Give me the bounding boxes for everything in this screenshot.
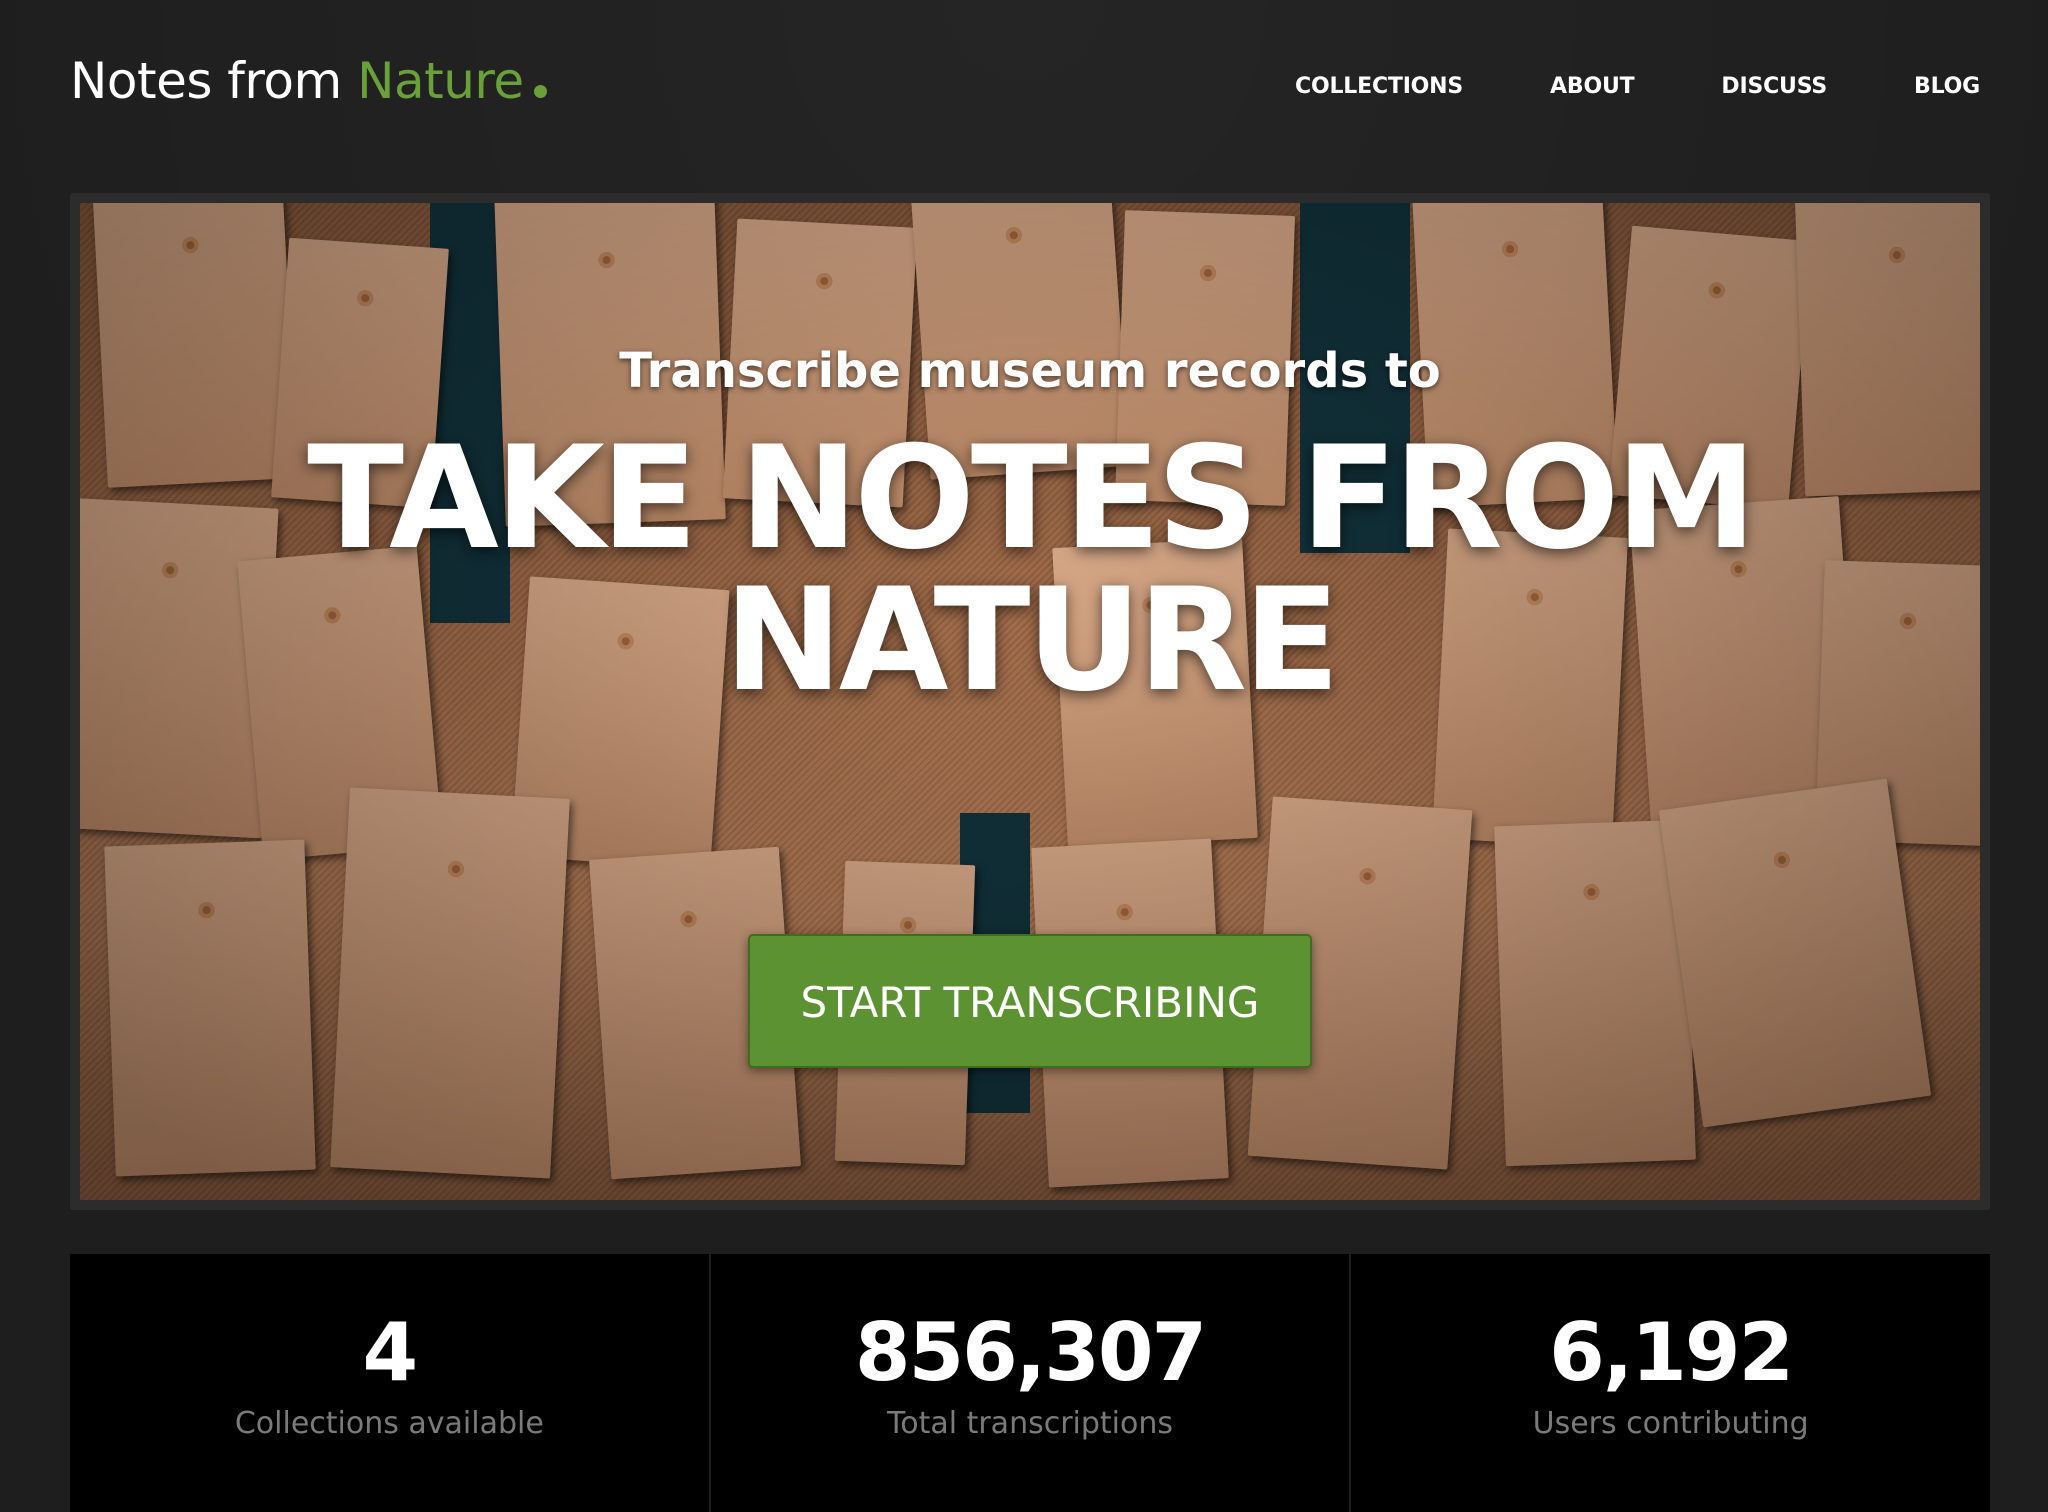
site-header: Notes from Nature COLLECTIONS ABOUT DISC… (0, 0, 2048, 190)
stat-value: 6,192 (1549, 1306, 1794, 1399)
main-nav: COLLECTIONS ABOUT DISCUSS BLOG (1295, 74, 1980, 99)
stat-value: 856,307 (854, 1306, 1207, 1399)
stat-label: Collections available (234, 1406, 544, 1441)
hero-title: TAKE NOTES FROM NATURE (307, 416, 1757, 723)
nav-about-link[interactable]: ABOUT (1550, 74, 1635, 99)
start-transcribing-button[interactable]: START TRANSCRIBING (748, 934, 1312, 1068)
nav-collections-link[interactable]: COLLECTIONS (1295, 74, 1463, 99)
stats-bar: 4 Collections available 856,307 Total tr… (70, 1254, 1991, 1512)
stat-label: Total transcriptions (886, 1406, 1174, 1441)
nav-discuss-link[interactable]: DISCUSS (1721, 74, 1827, 99)
stat-value: 4 (362, 1306, 419, 1399)
stat-label: Users contributing (1532, 1406, 1809, 1441)
green-dot-icon (533, 85, 547, 98)
logo-text-white: Notes from (70, 52, 342, 110)
hero-subtitle: Transcribe museum records to (619, 343, 1441, 399)
hero-banner: Transcribe museum records to TAKE NOTES … (80, 203, 1980, 1200)
hero-frame: Transcribe museum records to TAKE NOTES … (70, 193, 1990, 1210)
logo-text-green: Nature (357, 52, 524, 110)
site-logo[interactable]: Notes from Nature (70, 52, 547, 110)
stat-transcriptions: 856,307 Total transcriptions (708, 1254, 1350, 1512)
stat-users: 6,192 Users contributing (1349, 1254, 1991, 1512)
nav-blog-link[interactable]: BLOG (1914, 74, 1980, 99)
page: Notes from Nature COLLECTIONS ABOUT DISC… (0, 0, 2048, 1512)
stat-collections: 4 Collections available (70, 1254, 709, 1512)
